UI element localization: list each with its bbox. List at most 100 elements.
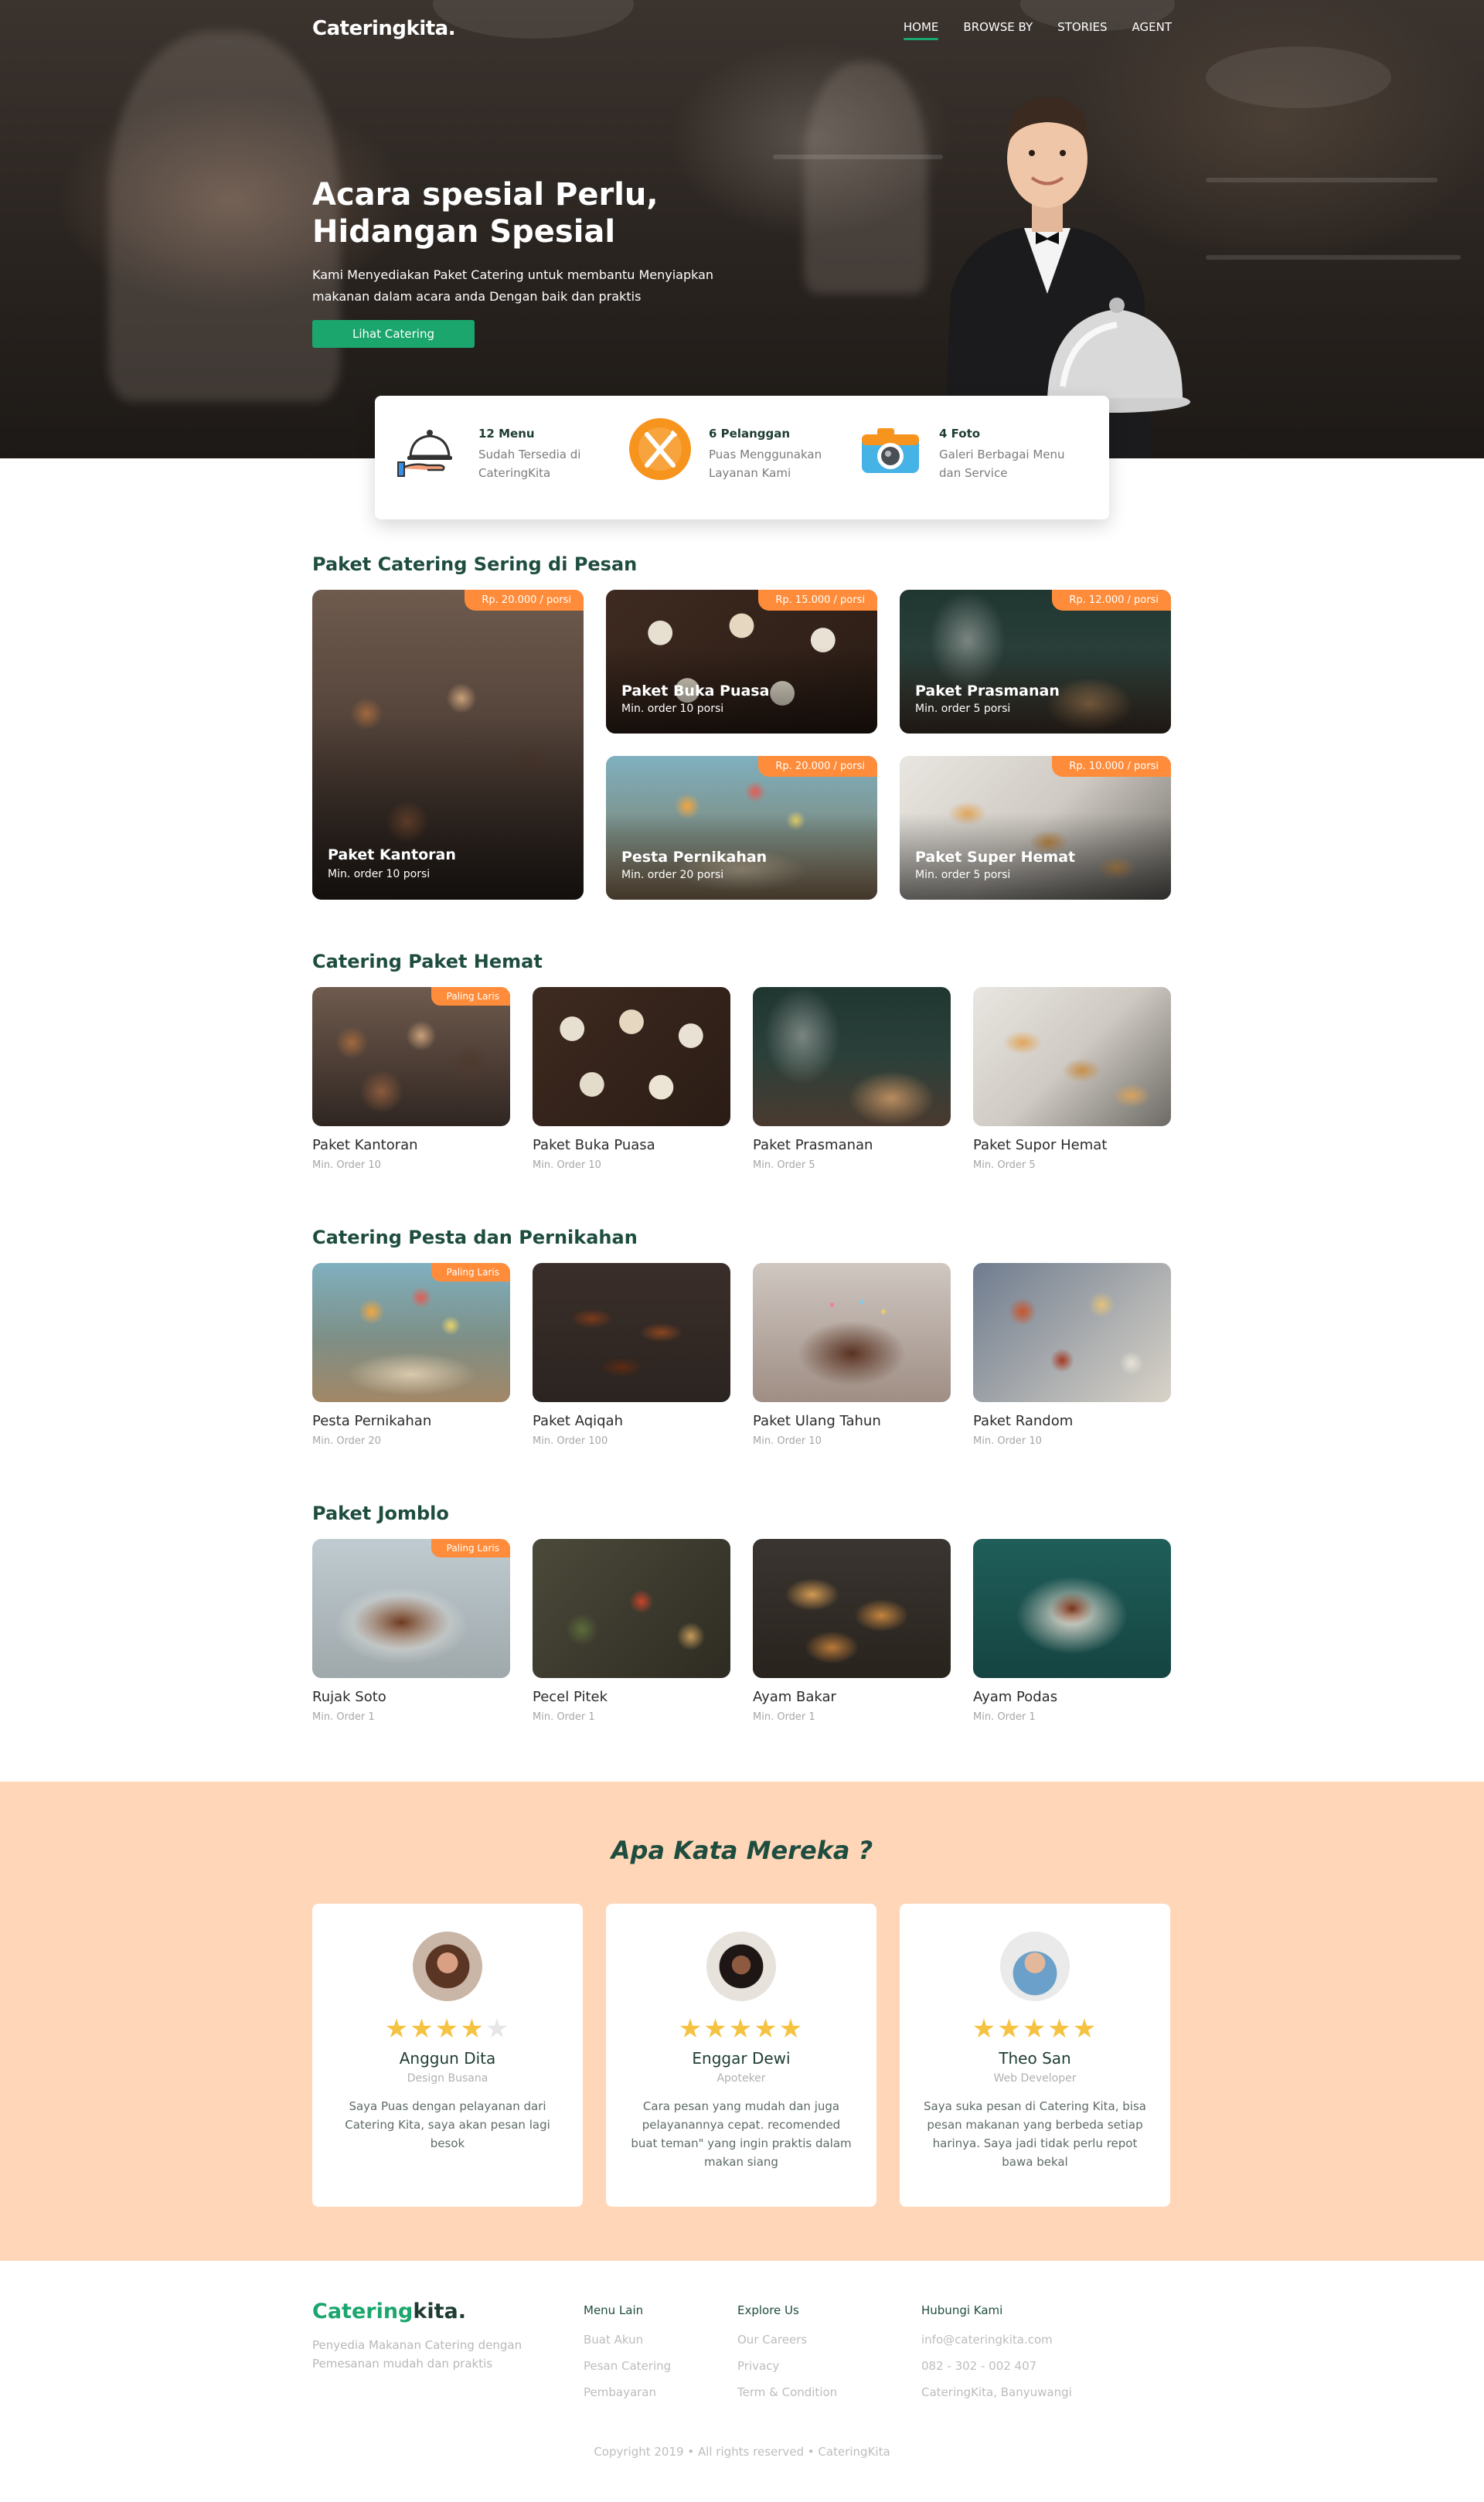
package-card-buka-puasa[interactable]: Rp. 15.000 / porsi Paket Buka Puasa Min.… [606, 590, 877, 734]
jomblo-card-ayam-bakar[interactable] [753, 1539, 951, 1678]
hero-title: Acara spesial Perlu, Hidangan Spesial [312, 176, 745, 250]
ceiling-lamp [433, 0, 634, 39]
review-text: Saya suka pesan di Catering Kita, bisa p… [924, 2099, 1146, 2169]
footer-link-order-catering[interactable]: Pesan Catering [584, 2353, 671, 2379]
package-min-order: Min. order 5 porsi [915, 869, 1011, 881]
footer-description: Penyedia Makanan Catering dengan Pemesan… [312, 2338, 522, 2371]
footer-link-privacy[interactable]: Privacy [737, 2353, 837, 2379]
hemat-card-prasmanan[interactable] [753, 987, 951, 1126]
package-name: Pesta Pernikahan [621, 849, 768, 866]
avatar [413, 1932, 482, 2001]
pesta-card-aqiqah[interactable] [533, 1263, 730, 1402]
item-min-order: Min. Order 10 [533, 1159, 601, 1171]
item-min-order: Min. Order 5 [753, 1159, 815, 1171]
item-min-order: Min. Order 1 [973, 1711, 1036, 1723]
package-min-order: Min. order 20 porsi [621, 869, 724, 881]
reviewer-role: Web Developer [993, 2072, 1077, 2085]
avatar [706, 1932, 776, 2001]
item-name[interactable]: Paket Supor Hemat [973, 1137, 1107, 1153]
package-min-order: Min. order 10 porsi [328, 868, 431, 880]
kitchen-shelf [1206, 255, 1461, 260]
item-min-order: Min. Order 10 [753, 1435, 822, 1447]
reviewer-name: Anggun Dita [399, 2049, 496, 2068]
item-name[interactable]: Ayam Podas [973, 1689, 1057, 1705]
footer-contact-email[interactable]: info@cateringkita.com [921, 2327, 1072, 2353]
footer-link-payment[interactable]: Pembayaran [584, 2379, 671, 2405]
package-name: Paket Prasmanan [915, 683, 1060, 700]
stat-customers-text: 6 Pelanggan Puas Menggunakan Layanan Kam… [709, 416, 857, 482]
item-name[interactable]: Paket Buka Puasa [533, 1137, 655, 1153]
item-name[interactable]: Ayam Bakar [753, 1689, 836, 1705]
hero-title-line1: Acara spesial Perlu, [312, 177, 659, 213]
popular-section-title: Paket Catering Sering di Pesan [312, 553, 638, 575]
ceiling-lamp [1206, 46, 1391, 108]
footer-menu-column: Menu Lain Buat Akun Pesan Catering Pemba… [584, 2303, 671, 2405]
footer-contact-phone[interactable]: 082 - 302 - 002 407 [921, 2353, 1072, 2379]
footer-link-careers[interactable]: Our Careers [737, 2327, 837, 2353]
nav-home[interactable]: HOME [903, 20, 938, 40]
pesta-card-ulang-tahun[interactable] [753, 1263, 951, 1402]
jomblo-card-ayam-podas[interactable] [973, 1539, 1171, 1678]
best-seller-badge: Paling Laris [431, 987, 510, 1006]
see-catering-button[interactable]: Lihat Catering [312, 320, 475, 348]
footer-brand[interactable]: Cateringkita. [312, 2299, 466, 2323]
footer-link-terms[interactable]: Term & Condition [737, 2379, 837, 2405]
stat-menu-title: 12 Menu [478, 427, 535, 441]
stat-menu-desc: Sudah Tersedia di CateringKita [478, 448, 581, 480]
package-card-pernikahan[interactable]: Rp. 20.000 / porsi Pesta Pernikahan Min.… [606, 756, 877, 900]
item-name[interactable]: Paket Ulang Tahun [753, 1413, 881, 1429]
package-name: Paket Kantoran [328, 846, 456, 863]
stat-customers-desc: Puas Menggunakan Layanan Kami [709, 448, 822, 480]
background-chef [108, 31, 340, 402]
jomblo-card-rujak-soto[interactable]: Paling Laris [312, 1539, 510, 1678]
kitchen-shelf [1206, 178, 1438, 182]
item-name[interactable]: Pecel Pitek [533, 1689, 608, 1705]
hemat-card-super-hemat[interactable] [973, 987, 1171, 1126]
pesta-card-random[interactable] [973, 1263, 1171, 1402]
item-min-order: Min. Order 10 [973, 1435, 1042, 1447]
nav-agent[interactable]: AGENT [1132, 20, 1172, 40]
package-card-kantoran[interactable]: Rp. 20.000 / porsi Paket Kantoran Min. o… [312, 590, 584, 900]
rating-stars: ★★★★★ [972, 2014, 1098, 2044]
footer-link-create-account[interactable]: Buat Akun [584, 2327, 671, 2353]
stat-menu-text: 12 Menu Sudah Tersedia di CateringKita [478, 416, 627, 482]
brand-logo[interactable]: Cateringkita. [312, 17, 456, 40]
testimonials-title: Apa Kata Mereka ? [611, 1836, 873, 1865]
review-text: Cara pesan yang mudah dan juga pelayanan… [631, 2099, 852, 2169]
nav-browse[interactable]: BROWSE BY [963, 20, 1033, 40]
item-name[interactable]: Rujak Soto [312, 1689, 386, 1705]
jomblo-section-title: Paket Jomblo [312, 1503, 449, 1524]
footer-contact-column: Hubungi Kami info@cateringkita.com 082 -… [921, 2303, 1072, 2405]
stat-photos-title: 4 Foto [939, 427, 981, 441]
hemat-section-title: Catering Paket Hemat [312, 951, 543, 972]
copyright-text: Copyright 2019 • All rights reserved • C… [594, 2445, 890, 2459]
item-name[interactable]: Paket Prasmanan [753, 1137, 873, 1153]
item-name[interactable]: Paket Kantoran [312, 1137, 418, 1153]
testimonial-card: ★★★★★ Anggun Dita Design Busana Saya Pua… [312, 1904, 583, 2207]
footer-contact-title: Hubungi Kami [921, 2303, 1003, 2317]
package-name: Paket Buka Puasa [621, 683, 770, 700]
stat-customers-title: 6 Pelanggan [709, 427, 791, 441]
nav-stories[interactable]: STORIES [1057, 20, 1107, 40]
stat-customers: 6 Pelanggan Puas Menggunakan Layanan Kam… [627, 416, 857, 499]
stat-photos-desc: Galeri Berbagai Menu dan Service [939, 448, 1065, 480]
item-name[interactable]: Paket Random [973, 1413, 1073, 1429]
hemat-card-buka-puasa[interactable] [533, 987, 730, 1126]
package-card-prasmanan[interactable]: Rp. 12.000 / porsi Paket Prasmanan Min. … [900, 590, 1171, 734]
stats-card: 12 Menu Sudah Tersedia di CateringKita 6… [375, 396, 1109, 519]
best-seller-badge: Paling Laris [431, 1263, 510, 1282]
stat-photos-text: 4 Foto Galeri Berbagai Menu dan Service [939, 416, 1087, 482]
jomblo-card-pecel-pitek[interactable] [533, 1539, 730, 1678]
cloche-serving-icon [397, 430, 452, 477]
item-min-order: Min. Order 1 [753, 1711, 815, 1723]
footer-explore-title: Explore Us [737, 2303, 799, 2317]
package-min-order: Min. order 10 porsi [621, 703, 724, 715]
package-card-super-hemat[interactable]: Rp. 10.000 / porsi Paket Super Hemat Min… [900, 756, 1171, 900]
price-tag: Rp. 15.000 / porsi [758, 590, 877, 611]
item-min-order: Min. Order 1 [312, 1711, 375, 1723]
reviewer-name: Enggar Dewi [692, 2049, 791, 2068]
item-name[interactable]: Pesta Pernikahan [312, 1413, 431, 1429]
pesta-card-pernikahan[interactable]: Paling Laris [312, 1263, 510, 1402]
hemat-card-kantoran[interactable]: Paling Laris [312, 987, 510, 1126]
item-name[interactable]: Paket Aqiqah [533, 1413, 623, 1429]
